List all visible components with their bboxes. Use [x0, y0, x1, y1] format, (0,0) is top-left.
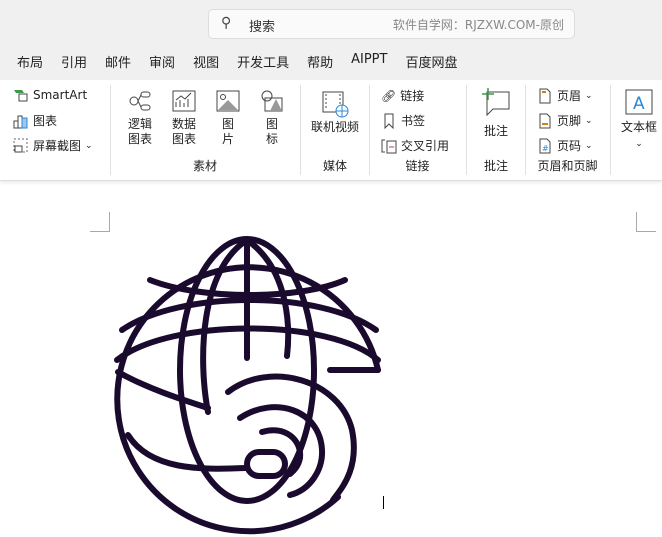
globe-latitude [115, 369, 211, 411]
text-cursor [383, 496, 384, 509]
globe-latitude [125, 432, 248, 472]
wifi-dot [244, 449, 288, 479]
globe-wifi-image[interactable] [0, 0, 662, 537]
